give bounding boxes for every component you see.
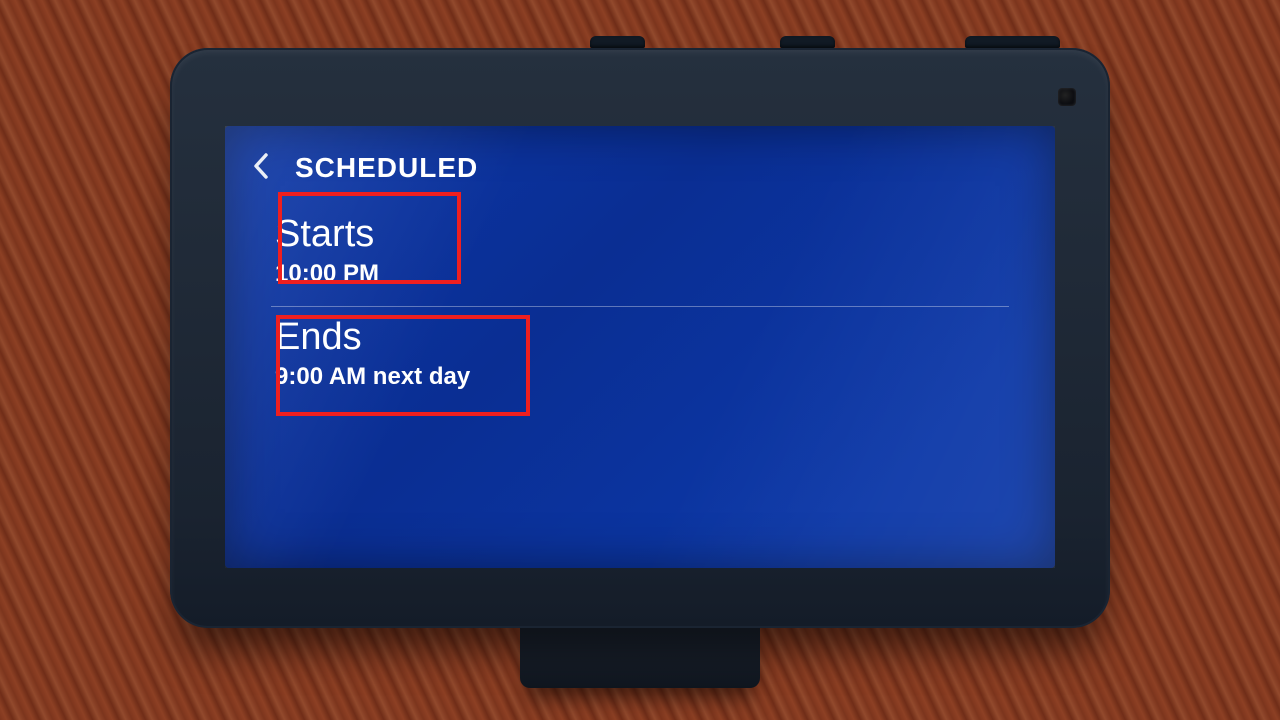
schedule-start-value: 10:00 PM [275, 260, 1005, 288]
hardware-button [590, 36, 645, 48]
echo-show-device: SCHEDULED Starts 10:00 PM Ends 9:00 AM n… [170, 48, 1110, 628]
schedule-end-value: 9:00 AM next day [275, 363, 1005, 391]
schedule-end-row[interactable]: Ends 9:00 AM next day [271, 307, 1009, 409]
touch-screen[interactable]: SCHEDULED Starts 10:00 PM Ends 9:00 AM n… [225, 126, 1055, 568]
chevron-left-icon [252, 152, 272, 185]
hardware-button [965, 36, 1060, 48]
schedule-end-label: Ends [275, 317, 1005, 359]
back-button[interactable] [247, 153, 277, 183]
hardware-button [780, 36, 835, 48]
camera-lens [1058, 88, 1076, 106]
device-stand [520, 618, 760, 688]
screen-title: SCHEDULED [295, 152, 478, 184]
schedule-start-label: Starts [275, 214, 1005, 256]
schedule-start-row[interactable]: Starts 10:00 PM [271, 204, 1009, 307]
screen-header: SCHEDULED [225, 126, 1055, 196]
schedule-list: Starts 10:00 PM Ends 9:00 AM next day [225, 196, 1055, 409]
